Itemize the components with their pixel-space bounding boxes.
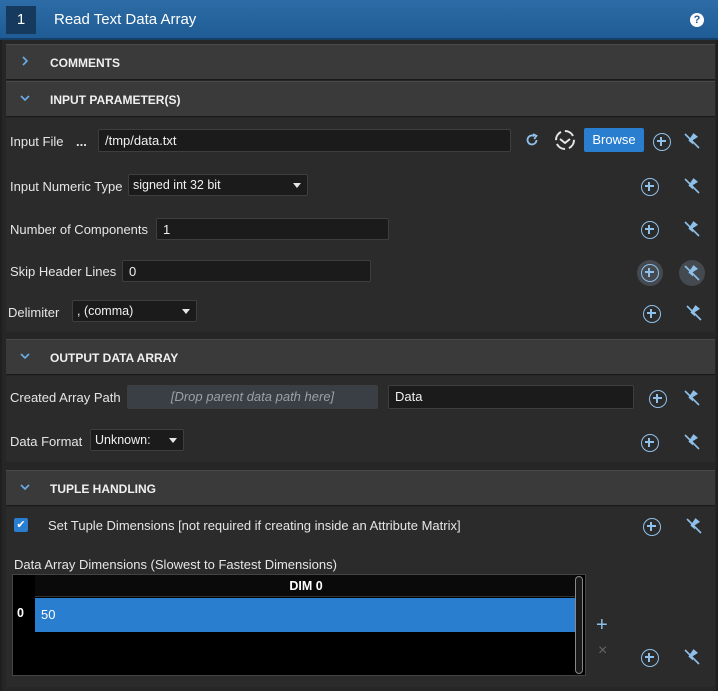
numeric-type-dropdown[interactable]: signed int 32 bit (128, 174, 308, 196)
add-parameter-icon[interactable] (641, 221, 659, 239)
filter-title-bar: 1 Read Text Data Array ? (0, 0, 718, 40)
reload-icon[interactable] (523, 131, 541, 149)
num-components-label: Number of Components (10, 222, 149, 237)
add-parameter-icon[interactable] (653, 133, 671, 151)
add-row-button[interactable]: + (596, 615, 608, 635)
unlink-parameter-icon[interactable] (685, 517, 703, 535)
filter-index: 1 (6, 6, 36, 34)
chevron-right-icon[interactable] (17, 55, 33, 71)
input-parameters-body: Input File ... /tmp/data.txt Browse Inpu… (6, 118, 715, 332)
add-parameter-icon[interactable] (641, 649, 659, 667)
open-location-icon[interactable] (553, 128, 577, 152)
browse-button[interactable]: Browse (584, 128, 644, 152)
created-array-path-label: Created Array Path (10, 390, 121, 405)
add-parameter-icon[interactable] (649, 390, 667, 408)
output-data-array-section-header[interactable]: OUTPUT DATA ARRAY (6, 339, 715, 375)
unlink-parameter-icon[interactable] (685, 304, 703, 322)
num-components-field[interactable]: 1 (156, 218, 389, 240)
unlink-parameter-icon[interactable] (683, 264, 701, 282)
add-parameter-icon[interactable] (643, 305, 661, 323)
chevron-down-icon[interactable] (17, 350, 33, 366)
input-parameters-section-label: INPUT PARAMETER(S) (50, 93, 181, 107)
data-format-label: Data Format (10, 434, 83, 449)
add-parameter-icon[interactable] (641, 434, 659, 452)
input-file-path-field[interactable]: /tmp/data.txt (98, 129, 511, 152)
set-tuple-dimensions-label: Set Tuple Dimensions [not required if cr… (48, 518, 461, 533)
filter-title: Read Text Data Array (54, 11, 197, 28)
skip-header-field[interactable]: 0 (122, 260, 371, 282)
dim-0-cell[interactable]: 50 (35, 598, 577, 632)
tuple-handling-section-label: TUPLE HANDLING (50, 482, 156, 496)
comments-section-label: COMMENTS (50, 56, 120, 70)
add-parameter-icon[interactable] (641, 178, 659, 196)
numeric-type-label: Input Numeric Type (10, 179, 123, 194)
output-data-array-body: Created Array Path [Drop parent data pat… (6, 376, 715, 462)
add-parameter-icon[interactable] (643, 518, 661, 536)
drop-parent-path-field[interactable]: [Drop parent data path here] (127, 385, 378, 409)
filter-panel: COMMENTS INPUT PARAMETER(S) Input File .… (2, 40, 716, 691)
comments-section-header[interactable]: COMMENTS (6, 44, 715, 80)
input-parameters-section-header[interactable]: INPUT PARAMETER(S) (6, 81, 715, 117)
chevron-down-icon[interactable] (17, 481, 33, 497)
dropdown-arrow-icon (169, 438, 177, 443)
data-format-dropdown[interactable]: Unknown: (90, 429, 184, 451)
add-parameter-icon[interactable] (641, 264, 659, 282)
remove-row-button[interactable]: × (598, 643, 607, 659)
input-file-label: Input File (10, 134, 64, 149)
row-index: 0 (17, 606, 24, 620)
delimiter-dropdown[interactable]: , (comma) (72, 300, 197, 322)
output-data-array-section-label: OUTPUT DATA ARRAY (50, 351, 179, 365)
delimiter-label: Delimiter (8, 305, 60, 320)
dimensions-title: Data Array Dimensions (Slowest to Fastes… (14, 557, 337, 572)
unlink-parameter-icon[interactable] (683, 648, 701, 666)
array-name-field[interactable]: Data (388, 385, 634, 409)
unlink-parameter-icon[interactable] (683, 220, 701, 238)
dim-0-column-header[interactable]: DIM 0 (35, 575, 577, 597)
dropdown-arrow-icon (293, 183, 301, 188)
unlink-parameter-icon[interactable] (683, 389, 701, 407)
help-icon[interactable]: ? (690, 13, 704, 27)
table-scrollbar[interactable] (575, 576, 583, 674)
numeric-type-value: signed int 32 bit (133, 178, 221, 192)
data-format-value: Unknown: (95, 433, 151, 447)
unlink-parameter-icon[interactable] (683, 177, 701, 195)
dimensions-table: DIM 0 0 50 (12, 574, 586, 676)
delimiter-value: , (comma) (77, 304, 134, 318)
chevron-down-icon[interactable] (17, 92, 33, 108)
unlink-parameter-icon[interactable] (683, 132, 701, 150)
tuple-handling-body: ✔ Set Tuple Dimensions [not required if … (6, 507, 715, 687)
skip-header-label: Skip Header Lines (10, 264, 117, 279)
unlink-parameter-icon[interactable] (683, 433, 701, 451)
set-tuple-dimensions-checkbox[interactable]: ✔ (14, 518, 28, 532)
tuple-handling-section-header[interactable]: TUPLE HANDLING (6, 470, 715, 506)
input-file-menu-button[interactable]: ... (76, 134, 87, 149)
dropdown-arrow-icon (182, 309, 190, 314)
